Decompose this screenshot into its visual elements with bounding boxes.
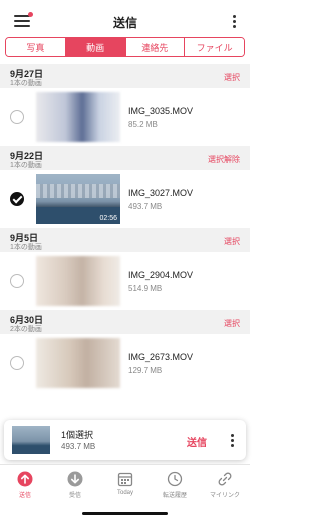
- select-all-button[interactable]: 選択: [224, 318, 240, 329]
- select-radio[interactable]: [10, 110, 24, 124]
- file-name: IMG_2673.MOV: [128, 352, 194, 362]
- file-size: 85.2 MB: [128, 120, 158, 129]
- list-item[interactable]: IMG_2904.MOV 514.9 MB: [0, 252, 250, 310]
- nav-label: 転送履歴: [162, 493, 187, 499]
- app-header: 送信: [0, 0, 250, 36]
- selection-more-icon[interactable]: [230, 434, 234, 447]
- selection-bar: 1個選択 493.7 MB 送信: [4, 420, 246, 460]
- video-list: 9月27日 1本の動画 選択 IMG_3035.MOV 85.2 MB 9月22…: [0, 64, 250, 392]
- send-up-arrow-icon: [17, 471, 33, 487]
- today-calendar-icon: [117, 472, 133, 487]
- file-size: 129.7 MB: [128, 366, 163, 375]
- video-thumbnail: [36, 256, 120, 306]
- select-all-button[interactable]: 選択: [224, 236, 240, 247]
- section-count: 1本の動画: [10, 80, 42, 87]
- nav-label: 受信: [68, 493, 81, 499]
- select-radio[interactable]: [10, 356, 24, 370]
- video-thumbnail: 02:56: [36, 174, 120, 224]
- selection-size: 493.7 MB: [61, 442, 96, 451]
- tab-files[interactable]: ファイル: [185, 38, 244, 56]
- section-header: 6月30日 2本の動画 選択: [0, 310, 250, 334]
- send-button[interactable]: 送信: [187, 434, 207, 449]
- receive-down-arrow-icon: [67, 471, 83, 487]
- list-item[interactable]: 02:56 IMG_3027.MOV 493.7 MB: [0, 170, 250, 228]
- video-thumbnail: [36, 338, 120, 388]
- section-count: 2本の動画: [10, 326, 42, 333]
- home-indicator: [82, 512, 168, 515]
- file-name: IMG_3035.MOV: [128, 106, 194, 116]
- video-duration: 02:56: [99, 215, 117, 222]
- file-name: IMG_3027.MOV: [128, 188, 194, 198]
- tab-contacts[interactable]: 連絡先: [125, 38, 186, 56]
- section-header: 9月27日 1本の動画 選択: [0, 64, 250, 88]
- list-item[interactable]: IMG_2673.MOV 129.7 MB: [0, 334, 250, 392]
- section-count: 1本の動画: [10, 162, 42, 169]
- section-count: 1本の動画: [10, 244, 42, 251]
- select-radio[interactable]: [10, 274, 24, 288]
- history-clock-icon: [167, 471, 183, 487]
- select-all-button[interactable]: 選択: [224, 72, 240, 83]
- media-type-tabs: 写真 動画 連絡先 ファイル: [5, 37, 245, 57]
- selected-video-thumbnail: [12, 426, 50, 454]
- video-thumbnail: [36, 92, 120, 142]
- more-options-icon[interactable]: [232, 15, 236, 28]
- nav-my-links[interactable]: マイリンク: [200, 465, 250, 520]
- deselect-all-button[interactable]: 選択解除: [208, 154, 240, 165]
- tab-photos[interactable]: 写真: [6, 38, 66, 56]
- file-size: 493.7 MB: [128, 202, 163, 211]
- file-name: IMG_2904.MOV: [128, 270, 194, 280]
- section-header: 9月22日 1本の動画 選択解除: [0, 146, 250, 170]
- nav-label: Today: [116, 490, 133, 496]
- list-item[interactable]: IMG_3035.MOV 85.2 MB: [0, 88, 250, 146]
- link-icon: [218, 472, 232, 486]
- page-title: 送信: [112, 16, 137, 30]
- select-radio-checked[interactable]: [10, 192, 24, 206]
- file-size: 514.9 MB: [128, 284, 163, 293]
- thumbnail-stands: [36, 184, 120, 198]
- selection-count: 1個選択: [61, 430, 94, 440]
- nav-label: マイリンク: [209, 493, 240, 499]
- nav-send[interactable]: 送信: [0, 465, 50, 520]
- tab-videos[interactable]: 動画: [65, 38, 126, 56]
- section-header: 9月5日 1本の動画 選択: [0, 228, 250, 252]
- nav-label: 送信: [18, 493, 31, 499]
